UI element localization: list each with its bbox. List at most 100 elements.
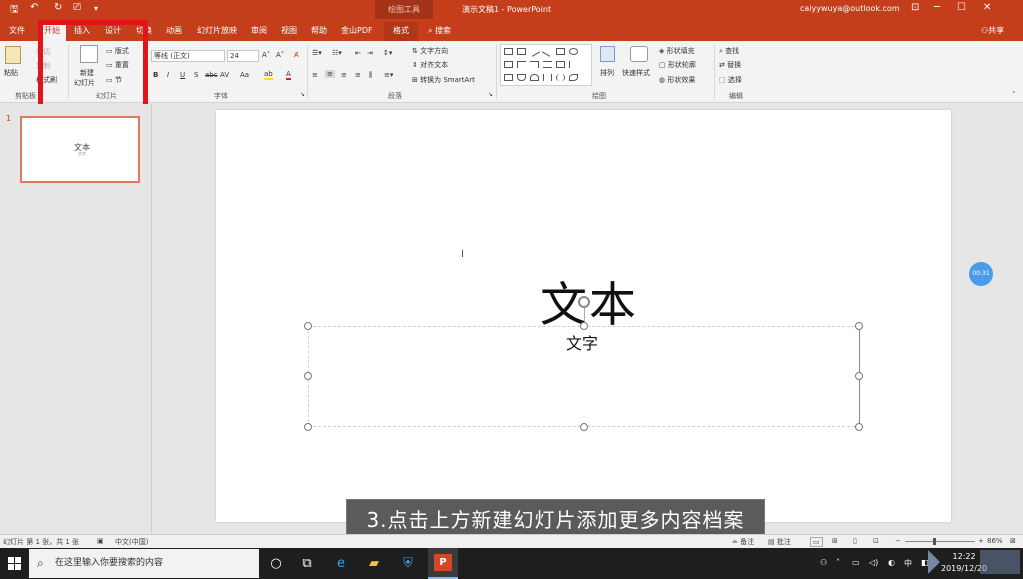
increase-indent-icon[interactable]: ⇥ xyxy=(367,49,373,57)
tab-review[interactable]: 审阅 xyxy=(251,25,267,36)
strikethrough-icon[interactable]: abc xyxy=(205,71,218,79)
square-shape-icon[interactable] xyxy=(556,48,565,55)
align-right-icon[interactable]: ≡ xyxy=(341,71,347,79)
columns-icon[interactable]: ⫼ xyxy=(369,71,372,80)
align-text-menu-icon[interactable]: ≡▾ xyxy=(384,71,393,79)
hexagon-shape-icon[interactable] xyxy=(504,74,513,81)
quick-styles-button[interactable]: 快速样式 xyxy=(622,68,650,78)
close-icon[interactable]: ✕ xyxy=(983,2,991,13)
slide-body-text[interactable]: 文字 xyxy=(566,330,598,354)
input-language-indicator[interactable]: 中 xyxy=(904,558,912,569)
select-button[interactable]: ⬚ 选择 xyxy=(719,75,742,85)
maximize-icon[interactable]: ☐ xyxy=(957,2,966,13)
undo-icon[interactable]: ↶ xyxy=(30,2,38,13)
minimize-icon[interactable]: ─ xyxy=(934,2,940,13)
connector-shape-icon[interactable] xyxy=(543,61,552,68)
paste-button[interactable]: 粘贴 xyxy=(4,68,18,78)
rounded-rect-shape-icon[interactable] xyxy=(504,61,513,68)
slide-thumbnail[interactable]: 文本 文字 xyxy=(20,116,140,183)
bold-button[interactable]: B xyxy=(153,71,158,79)
justify-icon[interactable]: ≡ xyxy=(355,71,361,79)
rotate-handle-icon[interactable] xyxy=(578,296,590,308)
align-left-icon[interactable]: ≡ xyxy=(312,71,318,79)
spellcheck-icon[interactable]: ▣ xyxy=(97,537,104,545)
shapes-gallery[interactable] xyxy=(500,44,592,86)
paragraph-dialog-launcher-icon[interactable]: ↘ xyxy=(488,91,493,98)
tab-pdf[interactable]: 金山PDF xyxy=(341,25,373,36)
cortana-icon[interactable]: ○ xyxy=(266,554,286,574)
clear-format-icon[interactable]: A̸ xyxy=(294,51,299,59)
zoom-in-icon[interactable]: + xyxy=(978,537,984,545)
paste-icon[interactable] xyxy=(5,46,21,64)
highlight-color-icon[interactable]: ab xyxy=(264,70,273,80)
account-name[interactable]: caiyywuya@outlook.com xyxy=(800,4,900,13)
security-shield-icon[interactable]: ⛨ xyxy=(398,554,418,574)
tab-file[interactable]: 文件 xyxy=(9,25,25,36)
find-button[interactable]: ⌕ 查找 xyxy=(719,46,739,56)
replace-button[interactable]: ⇄ 替换 xyxy=(719,60,741,70)
powerpoint-taskbar-button[interactable]: P xyxy=(428,548,458,579)
curve-shape-icon[interactable] xyxy=(517,74,526,81)
tab-view[interactable]: 视图 xyxy=(281,25,297,36)
resize-handle-bottom[interactable] xyxy=(580,423,588,431)
arrange-button[interactable]: 排列 xyxy=(600,68,614,78)
smartart-button[interactable]: ⊞ 转换为 SmartArt xyxy=(412,75,475,85)
show-hidden-icons-icon[interactable]: ˄ xyxy=(836,558,840,567)
redo-icon[interactable]: ↻ xyxy=(54,2,62,13)
notes-button[interactable]: ≐ 备注 xyxy=(732,537,754,547)
grow-font-icon[interactable]: A˄ xyxy=(262,51,270,59)
customize-qa-icon[interactable]: ▾ xyxy=(94,4,98,13)
resize-handle-left[interactable] xyxy=(304,372,312,380)
language-status[interactable]: 中文(中国) xyxy=(115,537,148,547)
italic-button[interactable]: I xyxy=(167,71,169,79)
underline-button[interactable]: U xyxy=(180,71,185,79)
text-direction-button[interactable]: ⇅ 文字方向 xyxy=(412,46,448,56)
block-arrow-shape-icon[interactable] xyxy=(556,61,565,68)
tab-animations[interactable]: 动画 xyxy=(166,25,182,36)
resize-handle-right[interactable] xyxy=(855,372,863,380)
down-arrow-shape-icon[interactable] xyxy=(569,61,578,68)
brace-shape-icon[interactable] xyxy=(543,74,552,81)
comments-button[interactable]: ▤ 批注 xyxy=(768,537,791,547)
battery-icon[interactable]: ▭ xyxy=(852,558,860,567)
volume-icon[interactable]: ◁) xyxy=(869,558,878,567)
change-case-button[interactable]: Aa xyxy=(240,71,249,79)
windows-start-icon[interactable] xyxy=(8,557,21,570)
resize-handle-top-right[interactable] xyxy=(855,322,863,330)
arc-shape-icon[interactable] xyxy=(530,74,539,81)
reading-view-icon[interactable]: ▯ xyxy=(853,537,857,545)
file-explorer-icon[interactable]: ▰ xyxy=(364,554,384,574)
elbow-shape-icon[interactable] xyxy=(530,61,539,68)
resize-handle-bottom-left[interactable] xyxy=(304,423,312,431)
font-name-combo[interactable]: 等线 (正文) xyxy=(151,50,225,62)
shape-fill-button[interactable]: ◈ 形状填充 xyxy=(659,46,695,56)
line-spacing-icon[interactable]: ↕▾ xyxy=(383,49,392,57)
present-icon[interactable]: ⎚ xyxy=(73,2,81,13)
numbering-icon[interactable]: ☷▾ xyxy=(332,49,342,57)
edge-browser-icon[interactable]: e xyxy=(331,554,351,574)
font-dialog-launcher-icon[interactable]: ↘ xyxy=(300,91,305,98)
zoom-slider-thumb[interactable] xyxy=(933,538,936,545)
align-center-icon[interactable]: ≡ xyxy=(325,70,335,78)
tell-me-search[interactable]: ⌕ 搜索 xyxy=(428,25,451,36)
shrink-font-icon[interactable]: A˅ xyxy=(276,51,284,59)
arrow-shape-icon[interactable] xyxy=(541,46,554,57)
bracket-shape-icon[interactable] xyxy=(556,74,565,81)
zoom-slider[interactable] xyxy=(905,541,975,542)
star-shape-icon[interactable] xyxy=(569,74,578,81)
resize-handle-top[interactable] xyxy=(580,322,588,330)
sorter-view-icon[interactable]: ⊞ xyxy=(832,537,838,545)
collapse-ribbon-icon[interactable]: ˄ xyxy=(1012,91,1016,99)
font-size-combo[interactable]: 24 xyxy=(227,50,259,62)
shadow-button[interactable]: S xyxy=(194,71,198,79)
app-tray-icon[interactable]: ◐ xyxy=(888,558,895,567)
triangle-shape-icon[interactable] xyxy=(517,61,526,68)
fit-slide-icon[interactable]: ⊠ xyxy=(1010,537,1016,545)
align-text-button[interactable]: ⇕ 对齐文本 xyxy=(412,60,448,70)
rectangle-shape-icon[interactable] xyxy=(504,48,513,55)
oval-shape-icon[interactable] xyxy=(569,48,578,55)
task-view-icon[interactable]: ⧉ xyxy=(297,554,317,574)
share-button[interactable]: ⚇共享 xyxy=(981,25,1004,36)
char-spacing-button[interactable]: AV xyxy=(220,71,229,79)
textbox-shape-icon[interactable] xyxy=(517,48,526,55)
